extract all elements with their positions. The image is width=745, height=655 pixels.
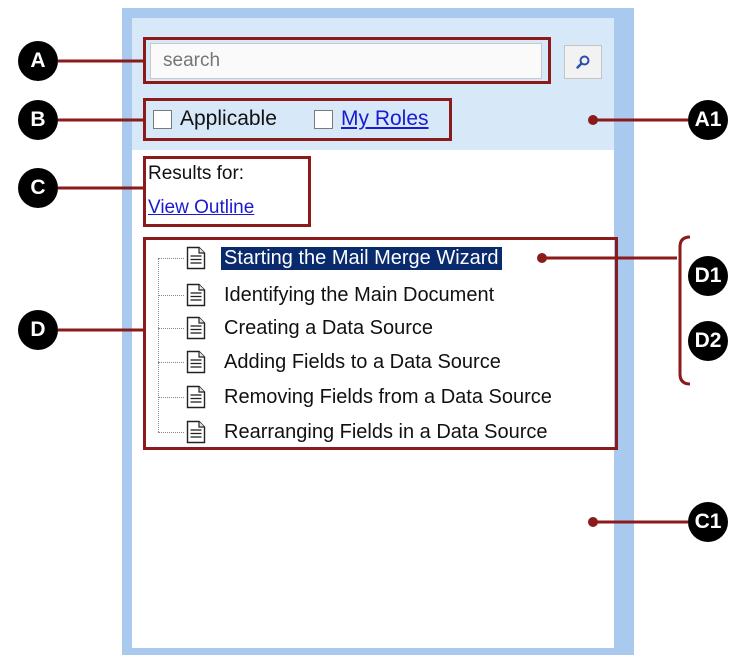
annotation-box-a [143, 37, 551, 84]
annotation-box-b [143, 98, 452, 141]
annotation-box-d [143, 237, 618, 450]
badge-d: D [18, 310, 58, 350]
search-button[interactable] [564, 45, 602, 79]
badge-d2: D2 [688, 321, 728, 361]
annotation-box-c [143, 156, 311, 227]
magnifier-icon [576, 55, 590, 69]
badge-a1: A1 [688, 100, 728, 140]
badge-d1: D1 [688, 256, 728, 296]
badge-c1: C1 [688, 502, 728, 542]
badge-c: C [18, 168, 58, 208]
badge-a: A [18, 41, 58, 81]
badge-b: B [18, 100, 58, 140]
